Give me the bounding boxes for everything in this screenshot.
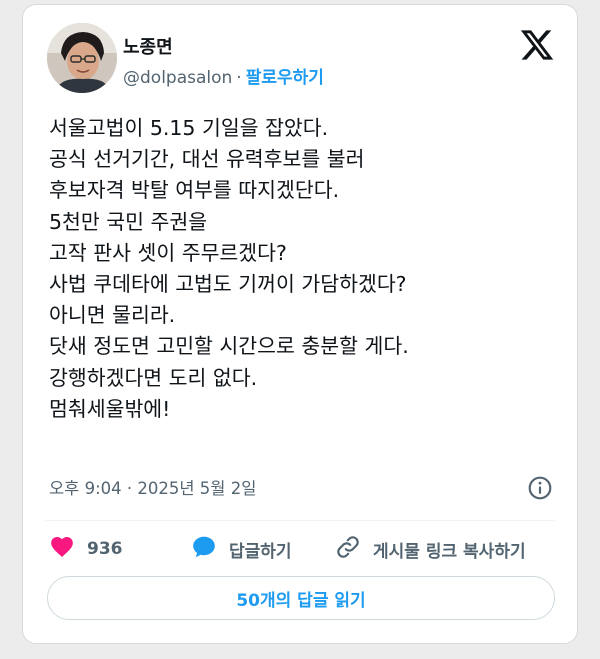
like-button[interactable]: 936 bbox=[49, 531, 123, 567]
action-bar: 936 답글하기 게시물 링크 복사하기 bbox=[49, 531, 559, 567]
tweet-text-line: 서울고법이 5.15 기일을 잡았다. bbox=[49, 116, 329, 140]
copy-link-label: 게시물 링크 복사하기 bbox=[373, 541, 526, 562]
tweet-text-line: 강행하겠다면 도리 없다. bbox=[49, 365, 258, 390]
info-icon[interactable] bbox=[527, 475, 553, 501]
link-icon bbox=[335, 534, 373, 565]
separator-dot: · bbox=[236, 68, 242, 88]
reply-label: 답글하기 bbox=[229, 541, 292, 562]
avatar[interactable] bbox=[47, 23, 117, 93]
read-replies-button[interactable]: 50개의 답글 읽기 bbox=[47, 576, 555, 620]
heart-icon bbox=[49, 534, 87, 565]
author-name[interactable]: 노종면 bbox=[123, 33, 173, 59]
divider bbox=[45, 520, 555, 521]
handle-row: @dolpasalon · 팔로우하기 bbox=[123, 63, 324, 88]
tweet-text-line: 사법 쿠데타에 고법도 기꺼이 가담하겠다? bbox=[49, 272, 407, 297]
tweet-text-line: 아니면 물리라. bbox=[49, 303, 176, 328]
reply-button[interactable]: 답글하기 bbox=[191, 531, 292, 567]
tweet-card: 노종면 @dolpasalon · 팔로우하기 서울고법이 5.15 기일을 잡았다… bbox=[22, 4, 578, 644]
follow-button[interactable]: 팔로우하기 bbox=[246, 68, 324, 88]
timestamp[interactable]: 오후 9:04 · 2025년 5월 2일 bbox=[49, 475, 256, 499]
tweet-text-line: 닷새 정도면 고민할 시간으로 충분할 게다. bbox=[49, 334, 409, 359]
tweet-text-line: 후보자격 박탈 여부를 따지겠단다. bbox=[49, 178, 340, 203]
copy-link-button[interactable]: 게시물 링크 복사하기 bbox=[335, 531, 526, 567]
author-handle[interactable]: @dolpasalon bbox=[123, 68, 232, 88]
x-logo-icon[interactable] bbox=[519, 27, 555, 63]
tweet-text-line: 고작 판사 셋이 주무르겠다? bbox=[49, 240, 287, 265]
tweet-text-line: 공식 선거기간, 대선 유력후보를 불러 bbox=[49, 147, 365, 172]
tweet-text-line: 멈춰세울밖에! bbox=[49, 396, 171, 421]
tweet-text-line: 5천만 국민 주권을 bbox=[49, 209, 208, 234]
speech-bubble-icon bbox=[191, 534, 229, 565]
like-count: 936 bbox=[87, 539, 123, 559]
tweet-text: 서울고법이 5.15 기일을 잡았다. 공식 선거기간, 대선 유력후보를 불러… bbox=[49, 113, 564, 425]
